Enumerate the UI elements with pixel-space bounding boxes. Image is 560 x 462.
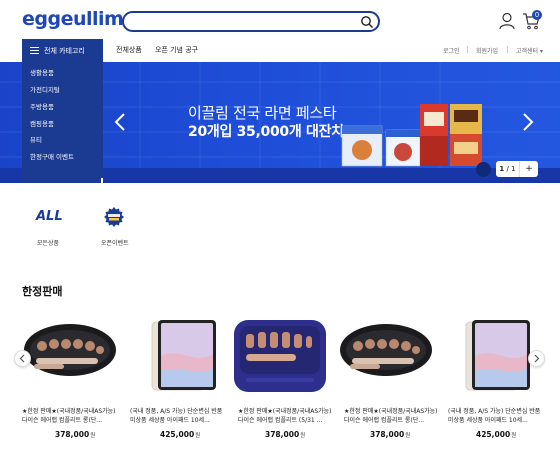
product-image[interactable] [130,316,226,396]
quick-menu-label[interactable]: 모든상품 [37,238,59,247]
product-price: 378,000원 [55,430,96,439]
signup-link[interactable]: 회원가입 [476,46,498,55]
product-name[interactable]: (국내 정품, A/S 가능) 단순변심 반품 미상품 세상품 아이패드 10세… [448,407,546,425]
product-name[interactable]: ★한정 판매★(국내정품/국내AS가능)다이슨 에어랩 컴플리트 (5/31 .… [238,407,336,425]
product-price: 378,000원 [370,430,411,439]
ramen-packages-image [341,104,482,167]
customer-center-link[interactable]: 고객센터 ▾ [516,46,543,55]
product-price: 378,000원 [265,430,306,439]
login-link[interactable]: 로그인 [443,46,460,55]
pager-expand-button[interactable]: + [520,161,538,177]
all-categories-label: 전체 카테고리 [44,46,85,55]
product-name[interactable]: ★한정 판매★(국내정품/국내AS가능)다이슨 에어랩 컴플리트 롱(단... [22,407,120,425]
product-price: 425,000원 [476,430,517,439]
category-scroll-indicator [101,178,103,183]
menu-icon [30,47,39,54]
search-icon[interactable] [360,15,374,29]
banner-next-arrow-icon[interactable] [522,112,534,132]
product-image[interactable] [338,316,434,396]
nav-link-open-event[interactable]: 오픈 기념 공구 [155,45,198,55]
pager-current: 1 [499,165,505,173]
banner-subheadline: 20개입 35,000개 대잔치 [188,124,344,140]
pager-total: 1 [511,165,516,173]
category-item[interactable]: 주방용품 [30,101,54,111]
search-bar[interactable] [122,11,380,32]
limited-sale-heading: 한정판매 [22,285,63,298]
divider [507,46,508,53]
search-input[interactable] [132,15,357,29]
product-price: 425,000원 [160,430,201,439]
nav-link-all-products[interactable]: 전체상품 [116,45,142,55]
cart-count-badge: 0 [532,10,542,20]
category-item[interactable]: 캠핑용품 [30,118,54,128]
chevron-left-icon [19,354,25,363]
all-products-quick-icon[interactable]: ALL [36,209,63,224]
category-item[interactable]: 가전디지털 [30,84,60,94]
category-item[interactable]: 뷰티 [30,134,42,144]
product-name[interactable]: (국내 정품, A/S 가능) 단순변심 반품 미상품 세상품 아이패드 10세… [130,407,228,425]
quick-menu-label[interactable]: 오픈이벤트 [101,238,129,247]
divider [467,46,468,53]
banner-headline: 이끌림 전국 라면 페스타 [188,104,337,122]
site-logo[interactable]: eggeullim [22,8,124,30]
all-categories-button[interactable]: 전체 카테고리 [22,39,103,62]
products-next-button[interactable] [528,350,545,367]
product-image[interactable] [444,316,540,396]
category-item[interactable]: 한정구매 이벤트 [30,151,74,161]
product-name[interactable]: ★한정 판매★(국내정품/국내AS가능)다이슨 에어랩 컴플리트 롱(단... [344,407,442,425]
products-prev-button[interactable] [14,350,31,367]
product-image[interactable] [232,316,328,396]
category-item[interactable]: 생활용품 [30,67,54,77]
banner-prev-arrow-icon[interactable] [114,112,126,132]
user-icon[interactable] [499,12,515,30]
grand-open-badge-icon[interactable] [103,206,125,228]
product-image[interactable] [22,316,118,396]
chevron-right-icon [534,354,540,363]
banner-pager: 1 / 1 + [496,161,538,177]
banner-autoplay-button[interactable] [476,162,491,177]
